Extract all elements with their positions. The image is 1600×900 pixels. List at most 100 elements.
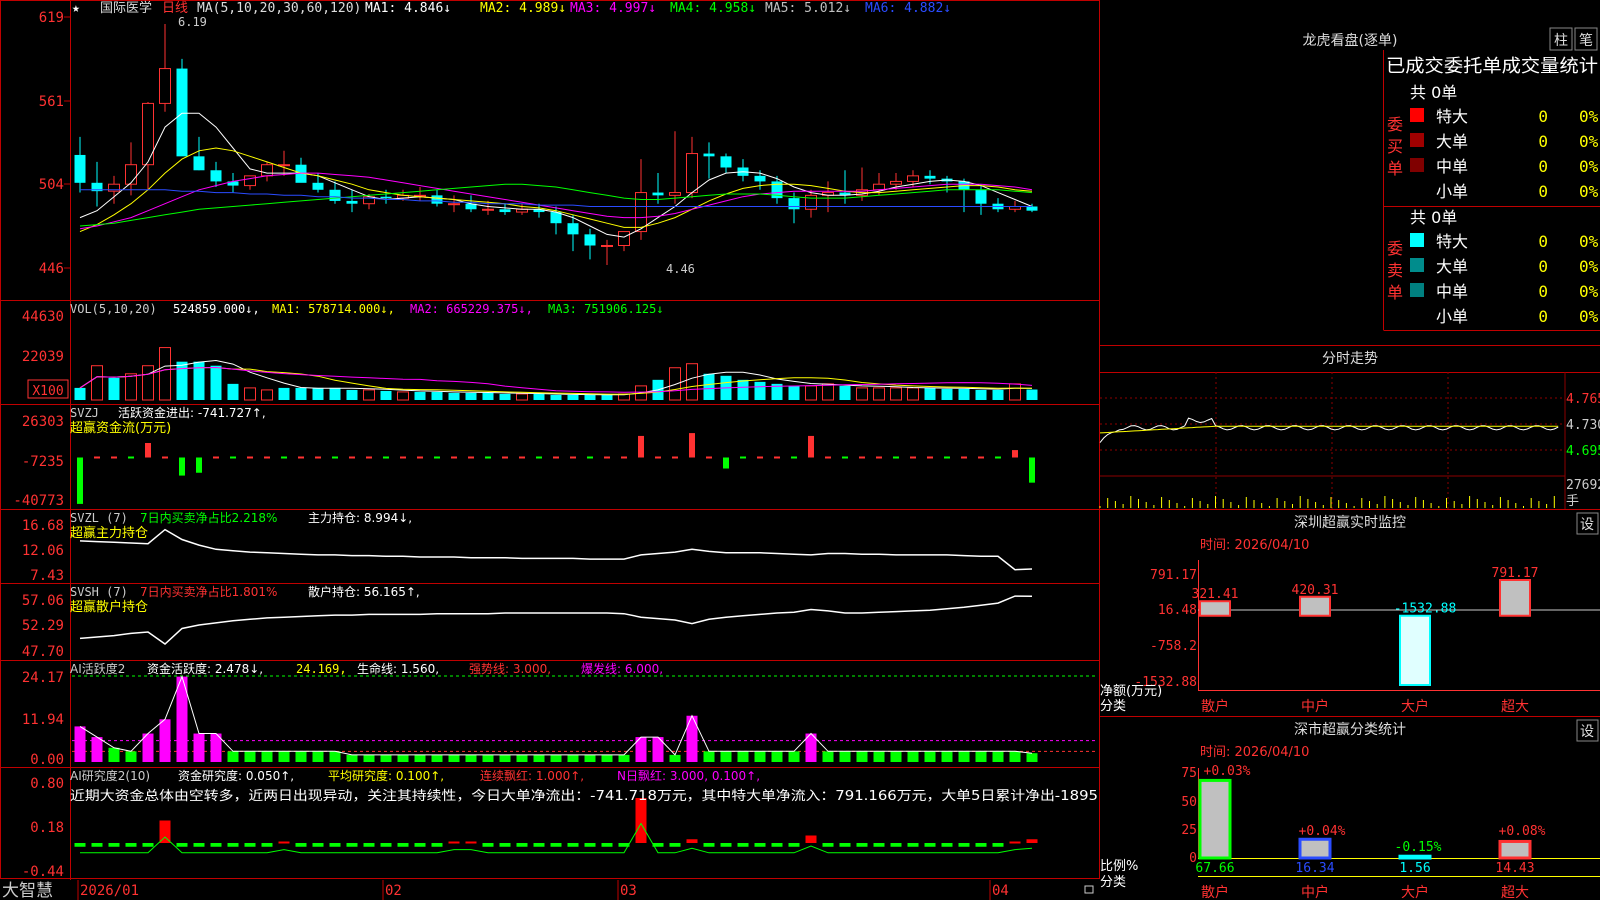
- ai-research-bar: [295, 843, 307, 847]
- ai-research-bar: [516, 843, 528, 847]
- settings-label[interactable]: 设: [1580, 724, 1594, 740]
- sz-category-top-label: +0.04%: [1299, 824, 1346, 839]
- ai-research-bar: [397, 843, 409, 847]
- svzl-title: SVZL (7): [70, 511, 128, 525]
- svzj-dash: [961, 456, 967, 459]
- ai-active-bar: [448, 754, 460, 762]
- sz-monitor-axis-label: 分类: [1100, 699, 1126, 714]
- volume-bar: [91, 365, 103, 401]
- ai-research-bar: [686, 839, 698, 843]
- sz-category-bar: [1298, 837, 1332, 860]
- price-tick: 504: [39, 177, 64, 193]
- candle-body: [788, 198, 800, 210]
- ai-research-bar: [533, 843, 545, 847]
- volume-bar: [822, 383, 834, 401]
- sz-monitor-axis-label: 净额(万元): [1100, 684, 1162, 699]
- ai-active-bar: [1026, 753, 1038, 762]
- ai-active-label: 资金活跃度: 2.478↓,: [147, 661, 263, 676]
- period-label[interactable]: 日线: [162, 1, 188, 16]
- ai-research-bar: [669, 843, 681, 847]
- candle-body: [873, 183, 885, 191]
- sz-category-bottom-label: 16.34: [1295, 861, 1334, 876]
- high-price-label: 6.19: [178, 15, 207, 29]
- x-axis-label: 2026/01: [80, 883, 139, 899]
- ai-active-bar: [618, 754, 630, 762]
- svzl-tick: 7.43: [30, 568, 64, 584]
- ai-research-label: 资金研究度: 0.050↑,: [178, 768, 294, 783]
- sell-total: 共 0单: [1410, 208, 1457, 227]
- sz-monitor-value-label: 420.31: [1292, 583, 1339, 598]
- sell-row-name: 小单: [1436, 307, 1468, 326]
- sz-category-axis-label: 比例%: [1100, 859, 1138, 874]
- volume-bar: [805, 385, 817, 401]
- candle-body: [567, 223, 579, 235]
- svzj-dash: [213, 456, 219, 459]
- favorite-star-icon[interactable]: ★: [72, 1, 80, 16]
- svzj-dash: [315, 456, 321, 459]
- buy-row-pct: 0%: [1579, 132, 1599, 151]
- sz-monitor-bar: [1399, 614, 1431, 687]
- ai-research-label: 平均研究度: 0.100↑,: [328, 768, 444, 783]
- svsh-tick: 52.29: [22, 618, 64, 634]
- svzj-dash: [825, 456, 831, 459]
- ma5-value: MA5: 5.012↓: [765, 1, 851, 16]
- ai-research-label: N日飘红: 3.000, 0.100↑,: [617, 768, 760, 783]
- tab-label[interactable]: 笔: [1579, 33, 1593, 49]
- settings-label[interactable]: 设: [1580, 517, 1594, 533]
- sz-category-category: 散户: [1201, 884, 1229, 900]
- ai-active-bar: [499, 754, 511, 762]
- candle-body: [1026, 206, 1038, 211]
- ai-active-bar: [227, 751, 239, 762]
- svzj-bar: [145, 443, 151, 458]
- svzj-title: SVZJ: [70, 406, 99, 420]
- svzj-dash: [859, 456, 865, 459]
- svzj-dash: [655, 456, 661, 459]
- candle-body: [312, 182, 324, 190]
- volume-bar: [516, 393, 528, 401]
- x-axis-label: 02: [385, 883, 402, 899]
- sell-side-char: 卖: [1387, 261, 1403, 280]
- sell-row-count: 0: [1538, 307, 1548, 326]
- volume-bar: [176, 361, 188, 400]
- svzl-label2: 主力持仓: 8.994↓,: [308, 510, 412, 525]
- candle-body: [669, 192, 681, 196]
- sz-monitor-category: 中户: [1301, 698, 1329, 715]
- ai-research-title: AI研究度2(10): [70, 768, 150, 783]
- ai-active-bar: [890, 751, 902, 762]
- volume-bar: [533, 393, 545, 400]
- svzj-dash: [281, 456, 287, 459]
- ai-active-bar: [91, 737, 103, 762]
- svzj-dash: [264, 456, 270, 459]
- ai-active-bar: [397, 754, 409, 762]
- candle-body: [618, 231, 630, 246]
- sell-row-pct: 0%: [1579, 282, 1599, 301]
- svzj-dash: [553, 456, 559, 459]
- volume-bar: [380, 390, 392, 400]
- ai-research-bar: [91, 843, 103, 847]
- price-tick: 446: [39, 261, 64, 277]
- ai-research-bar: [108, 843, 120, 847]
- svzj-dash: [995, 456, 1001, 459]
- svzj-dash: [536, 456, 542, 459]
- ai-active-bar: [856, 751, 868, 762]
- candle-body: [74, 154, 86, 183]
- sell-row-pct: 0%: [1579, 232, 1599, 251]
- svzj-dash: [893, 456, 899, 459]
- candle-body: [159, 68, 171, 104]
- tab-label[interactable]: 柱: [1554, 33, 1568, 49]
- svsh-tick: 57.06: [22, 593, 64, 609]
- low-price-label: 4.46: [666, 262, 695, 276]
- sz-category-category: 中户: [1301, 884, 1329, 900]
- ai-active-bar: [74, 726, 86, 762]
- sz-monitor-tick: 791.17: [1150, 568, 1197, 583]
- ai-research-bar: [210, 843, 222, 847]
- candle-body: [210, 170, 222, 182]
- volume-bar: [958, 388, 970, 400]
- svzj-bar: [77, 457, 83, 504]
- x-axis-label: 04: [992, 883, 1009, 899]
- ai-active-bar: [601, 754, 613, 762]
- sell-legend-swatch: [1410, 233, 1424, 247]
- ai-active-bar: [924, 751, 936, 762]
- volume-bar: [703, 373, 715, 400]
- candle-body: [380, 196, 392, 199]
